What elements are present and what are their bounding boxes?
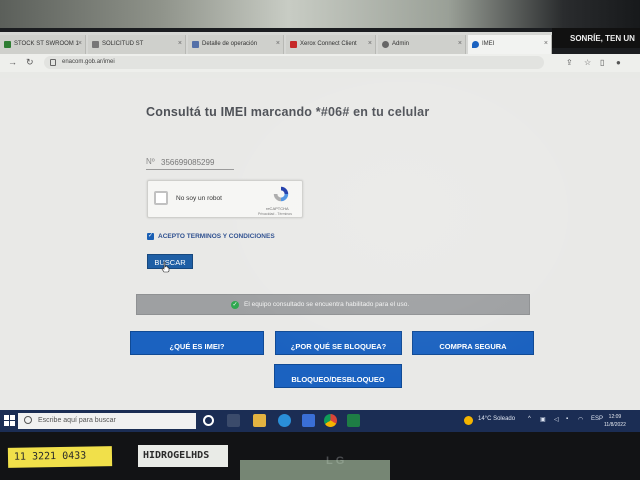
address-bar: → ↻ enacom.gob.ar/imei ⇪ ☆ ▯ ● bbox=[0, 54, 640, 72]
recaptcha-brand: reCAPTCHA bbox=[266, 206, 289, 211]
alert-message: El equipo consultado se encuentra habili… bbox=[244, 301, 410, 308]
system-clock[interactable]: 12:09 11/8/2022 bbox=[604, 413, 626, 429]
recaptcha-label: No soy un robot bbox=[176, 195, 222, 202]
recaptcha-icon bbox=[273, 186, 289, 202]
sidebar-icon[interactable]: ▯ bbox=[600, 58, 604, 67]
store-icon[interactable] bbox=[302, 414, 315, 427]
status-alert: ✓ El equipo consultado se encuentra habi… bbox=[136, 294, 530, 315]
name-sticker: HIDROGELHDS bbox=[138, 445, 228, 467]
green-note bbox=[240, 460, 390, 480]
tab-label: Xerox Connect Client bbox=[300, 41, 357, 47]
clock-date: 11/8/2022 bbox=[604, 422, 626, 428]
reload-icon[interactable]: ↻ bbox=[26, 57, 34, 68]
wall-banner: SONRÍE, TEN UN bbox=[552, 28, 640, 48]
volume-icon[interactable]: ◁ bbox=[554, 416, 559, 423]
tab-admin[interactable]: Admin × bbox=[378, 35, 466, 54]
page-title: Consultá tu IMEI marcando *#06# en tu ce… bbox=[146, 105, 430, 119]
tab-label: Detalle de operación bbox=[202, 41, 258, 47]
check-circle-icon: ✓ bbox=[231, 301, 239, 309]
file-explorer-icon[interactable] bbox=[253, 414, 266, 427]
page-icon bbox=[192, 41, 199, 48]
imei-input[interactable] bbox=[161, 156, 233, 168]
recaptcha-widget: No soy un robot reCAPTCHA Privacidad - T… bbox=[147, 180, 303, 218]
tray-app-icon[interactable]: ▪ bbox=[566, 416, 568, 422]
forward-arrow-icon[interactable]: → bbox=[8, 57, 17, 67]
imei-field-label: Nº bbox=[146, 157, 155, 166]
chrome-icon[interactable] bbox=[324, 414, 337, 427]
taskbar-search[interactable]: Escribe aquí para buscar bbox=[18, 413, 196, 429]
tab-detalle[interactable]: Detalle de operación × bbox=[188, 35, 284, 54]
tab-xerox[interactable]: Xerox Connect Client × bbox=[286, 35, 376, 54]
recaptcha-links[interactable]: Privacidad - Términos bbox=[258, 212, 292, 216]
photo-stage: SONRÍE, TEN UN STOCK ST SWROOM 1 × SOLIC… bbox=[0, 0, 640, 480]
page-icon bbox=[92, 41, 99, 48]
close-icon[interactable]: × bbox=[78, 40, 82, 47]
url-text: enacom.gob.ar/imei bbox=[62, 59, 115, 65]
drop-icon bbox=[472, 41, 479, 48]
profile-icon[interactable]: ● bbox=[616, 58, 621, 67]
terms-checkbox[interactable]: ✓ bbox=[147, 233, 154, 240]
imei-field: Nº bbox=[146, 156, 234, 170]
why-blocked-button[interactable]: ¿POR QUÉ SE BLOQUEA? bbox=[275, 331, 402, 355]
tab-imei[interactable]: IMEI × bbox=[468, 35, 552, 54]
xerox-icon bbox=[290, 41, 297, 48]
weather-text[interactable]: 14°C Soleado bbox=[478, 416, 515, 422]
lock-icon bbox=[50, 59, 56, 66]
windows-taskbar: Escribe aquí para buscar 14°C Soleado ^ … bbox=[0, 410, 640, 432]
network-icon[interactable]: ▣ bbox=[540, 416, 546, 423]
tab-label: Admin bbox=[392, 41, 410, 47]
globe-icon bbox=[382, 41, 389, 48]
widgets-icon[interactable] bbox=[227, 414, 240, 427]
terms-label[interactable]: ACEPTO TERMINOS Y CONDICIONES bbox=[158, 233, 275, 240]
browser-tab-bar: STOCK ST SWROOM 1 × SOLICITUD ST × Detal… bbox=[0, 32, 552, 54]
tab-solicitud[interactable]: SOLICITUD ST × bbox=[88, 35, 186, 54]
language-indicator[interactable]: ESP bbox=[591, 416, 603, 422]
url-field[interactable]: enacom.gob.ar/imei bbox=[44, 56, 544, 69]
hand-cursor-icon bbox=[161, 261, 170, 273]
excel-icon[interactable] bbox=[347, 414, 360, 427]
close-icon[interactable]: × bbox=[458, 40, 462, 47]
search-icon bbox=[24, 416, 32, 424]
tab-label: STOCK ST SWROOM 1 bbox=[14, 41, 79, 47]
close-icon[interactable]: × bbox=[178, 40, 182, 47]
taskbar-search-placeholder: Escribe aquí para buscar bbox=[38, 417, 116, 424]
share-icon[interactable]: ⇪ bbox=[566, 58, 573, 67]
phone-sticker: 11 3221 0433 bbox=[7, 446, 113, 468]
windows-start-icon[interactable] bbox=[4, 415, 15, 426]
tab-label: SOLICITUD ST bbox=[102, 41, 144, 47]
wifi-icon[interactable]: ◠ bbox=[578, 416, 583, 423]
what-is-imei-button[interactable]: ¿QUÉ ES IMEI? bbox=[130, 331, 264, 355]
safe-purchase-button[interactable]: COMPRA SEGURA bbox=[412, 331, 534, 355]
tray-chevron-icon[interactable]: ^ bbox=[528, 416, 531, 422]
block-unblock-button[interactable]: BLOQUEO/DESBLOQUEO bbox=[274, 364, 402, 388]
task-view-icon[interactable] bbox=[203, 415, 214, 426]
close-icon[interactable]: × bbox=[276, 40, 280, 47]
edge-icon[interactable] bbox=[278, 414, 291, 427]
tab-stock[interactable]: STOCK ST SWROOM 1 × bbox=[0, 35, 86, 54]
sun-icon bbox=[464, 416, 473, 425]
imei-page: Consultá tu IMEI marcando *#06# en tu ce… bbox=[0, 78, 640, 410]
close-icon[interactable]: × bbox=[368, 40, 372, 47]
clock-time: 12:09 bbox=[608, 414, 622, 420]
bookmark-star-icon[interactable]: ☆ bbox=[584, 58, 591, 67]
tab-label: IMEI bbox=[482, 41, 495, 47]
recaptcha-checkbox[interactable] bbox=[154, 191, 168, 205]
office-background bbox=[0, 0, 640, 28]
sheets-icon bbox=[4, 41, 11, 48]
close-icon[interactable]: × bbox=[544, 40, 548, 47]
